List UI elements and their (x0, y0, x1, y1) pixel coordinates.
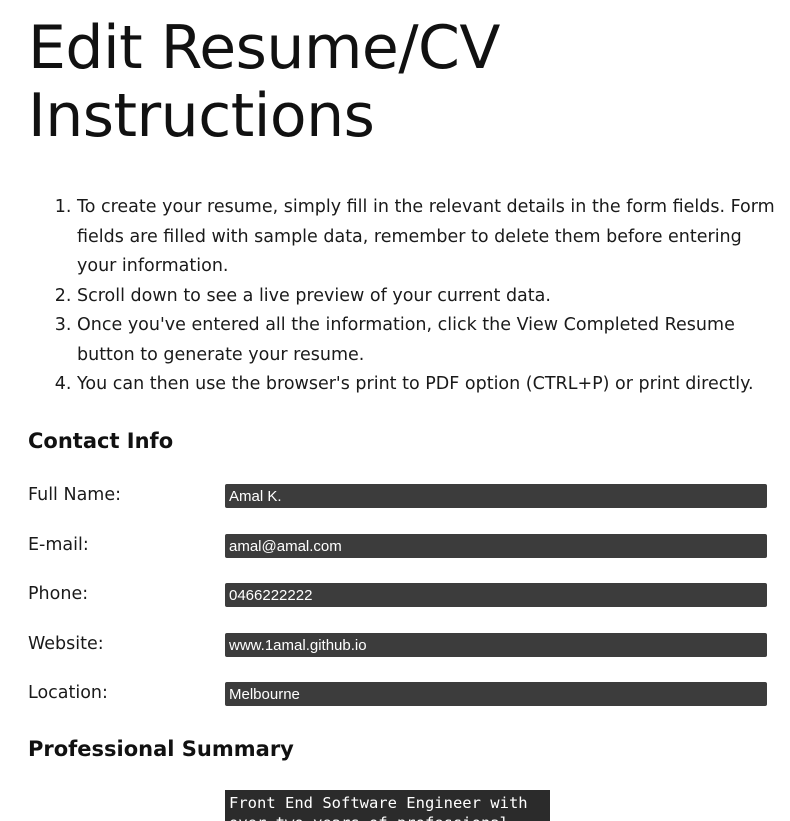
contact-info-heading: Contact Info (28, 429, 174, 453)
page-title-line-2: Instructions (28, 81, 375, 151)
professional-summary-textarea[interactable]: Front End Software Engineer with over tw… (225, 790, 550, 821)
page-title: Edit Resume/CV Instructions (28, 14, 770, 150)
location-row: Location: (28, 681, 770, 707)
instruction-item: Once you've entered all the information,… (77, 311, 777, 370)
phone-input[interactable] (225, 583, 767, 607)
location-label: Location: (28, 683, 108, 703)
website-row: Website: (28, 632, 770, 658)
full-name-label: Full Name: (28, 485, 122, 505)
page-title-line-1: Edit Resume/CV (28, 13, 500, 83)
instruction-item: To create your resume, simply fill in th… (77, 193, 777, 282)
email-row: E-mail: (28, 533, 770, 559)
website-input[interactable] (225, 633, 767, 657)
professional-summary-heading: Professional Summary (28, 737, 294, 761)
location-input[interactable] (225, 682, 767, 706)
website-label: Website: (28, 634, 104, 654)
email-label: E-mail: (28, 535, 89, 555)
email-input[interactable] (225, 534, 767, 558)
instruction-item: Scroll down to see a live preview of you… (77, 282, 777, 312)
phone-label: Phone: (28, 584, 89, 604)
instructions-list: To create your resume, simply fill in th… (49, 193, 777, 400)
instruction-item: You can then use the browser's print to … (77, 370, 777, 400)
full-name-row: Full Name: (28, 483, 770, 509)
full-name-input[interactable] (225, 484, 767, 508)
phone-row: Phone: (28, 582, 770, 608)
